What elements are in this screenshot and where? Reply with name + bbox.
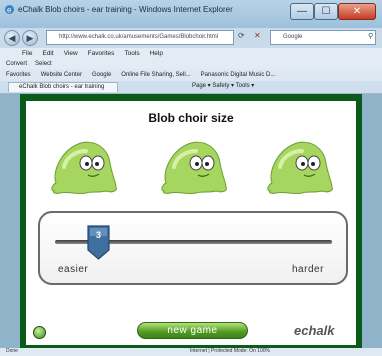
svg-text:e: e [7, 6, 12, 15]
harder-label: harder [292, 264, 324, 275]
blob-character-3[interactable] [262, 133, 338, 197]
new-game-button[interactable]: new game [137, 322, 248, 339]
select-button[interactable]: Select [35, 61, 52, 67]
menu-file[interactable]: File [22, 50, 32, 57]
address-bar[interactable]: http://www.echalk.co.uk/amusements/Games… [46, 30, 234, 45]
favorite-link-2[interactable]: Google [92, 72, 111, 78]
refresh-icon[interactable]: ⟳ [238, 31, 245, 40]
back-button[interactable]: ◀ [4, 30, 20, 46]
favorites-button[interactable]: Favorites [6, 72, 31, 78]
forward-button[interactable]: ▶ [22, 30, 38, 46]
tab-active[interactable]: eChalk Blob choirs - ear training [8, 82, 118, 92]
search-icon[interactable]: ⚲ [368, 32, 373, 40]
menu-bar: File Edit View Favorites Tools Help [0, 48, 382, 59]
ie-logo-icon: e [5, 5, 14, 15]
menu-favorites[interactable]: Favorites [88, 50, 115, 57]
game-title: Blob choir size [148, 111, 234, 125]
slider-value: 3 [95, 230, 101, 240]
favorites-bar: Favorites Website Center Google Online F… [0, 69, 382, 81]
status-zone: Internet | Protected Mode: On 100% [190, 348, 270, 354]
blob-character-1[interactable] [46, 133, 122, 197]
blob-character-2[interactable] [156, 133, 232, 197]
favorite-link-4[interactable]: Panasonic Digital Music D... [201, 72, 276, 78]
window-title: eChalk Blob choirs - ear training - Wind… [18, 5, 233, 14]
stop-icon[interactable]: ✕ [254, 31, 261, 40]
echalk-logo: echalk [294, 323, 335, 338]
menu-help[interactable]: Help [150, 50, 163, 57]
easier-label: easier [58, 264, 89, 275]
close-button[interactable]: ✕ [338, 3, 376, 20]
help-button[interactable] [33, 326, 46, 339]
extra-toolbar: Convert Select [0, 59, 382, 69]
command-bar[interactable]: Page ▾ Safety ▾ Tools ▾ [192, 82, 254, 89]
convert-button[interactable]: Convert [6, 61, 27, 67]
menu-view[interactable]: View [64, 50, 78, 57]
minimize-button[interactable]: — [290, 3, 314, 20]
favorite-link-3[interactable]: Online File Sharing, Sell... [121, 72, 190, 78]
maximize-button[interactable]: ☐ [314, 3, 338, 20]
menu-tools[interactable]: Tools [124, 50, 139, 57]
favorite-link-1[interactable]: Website Center [41, 72, 82, 78]
menu-edit[interactable]: Edit [42, 50, 53, 57]
search-input[interactable]: Google [270, 30, 376, 45]
